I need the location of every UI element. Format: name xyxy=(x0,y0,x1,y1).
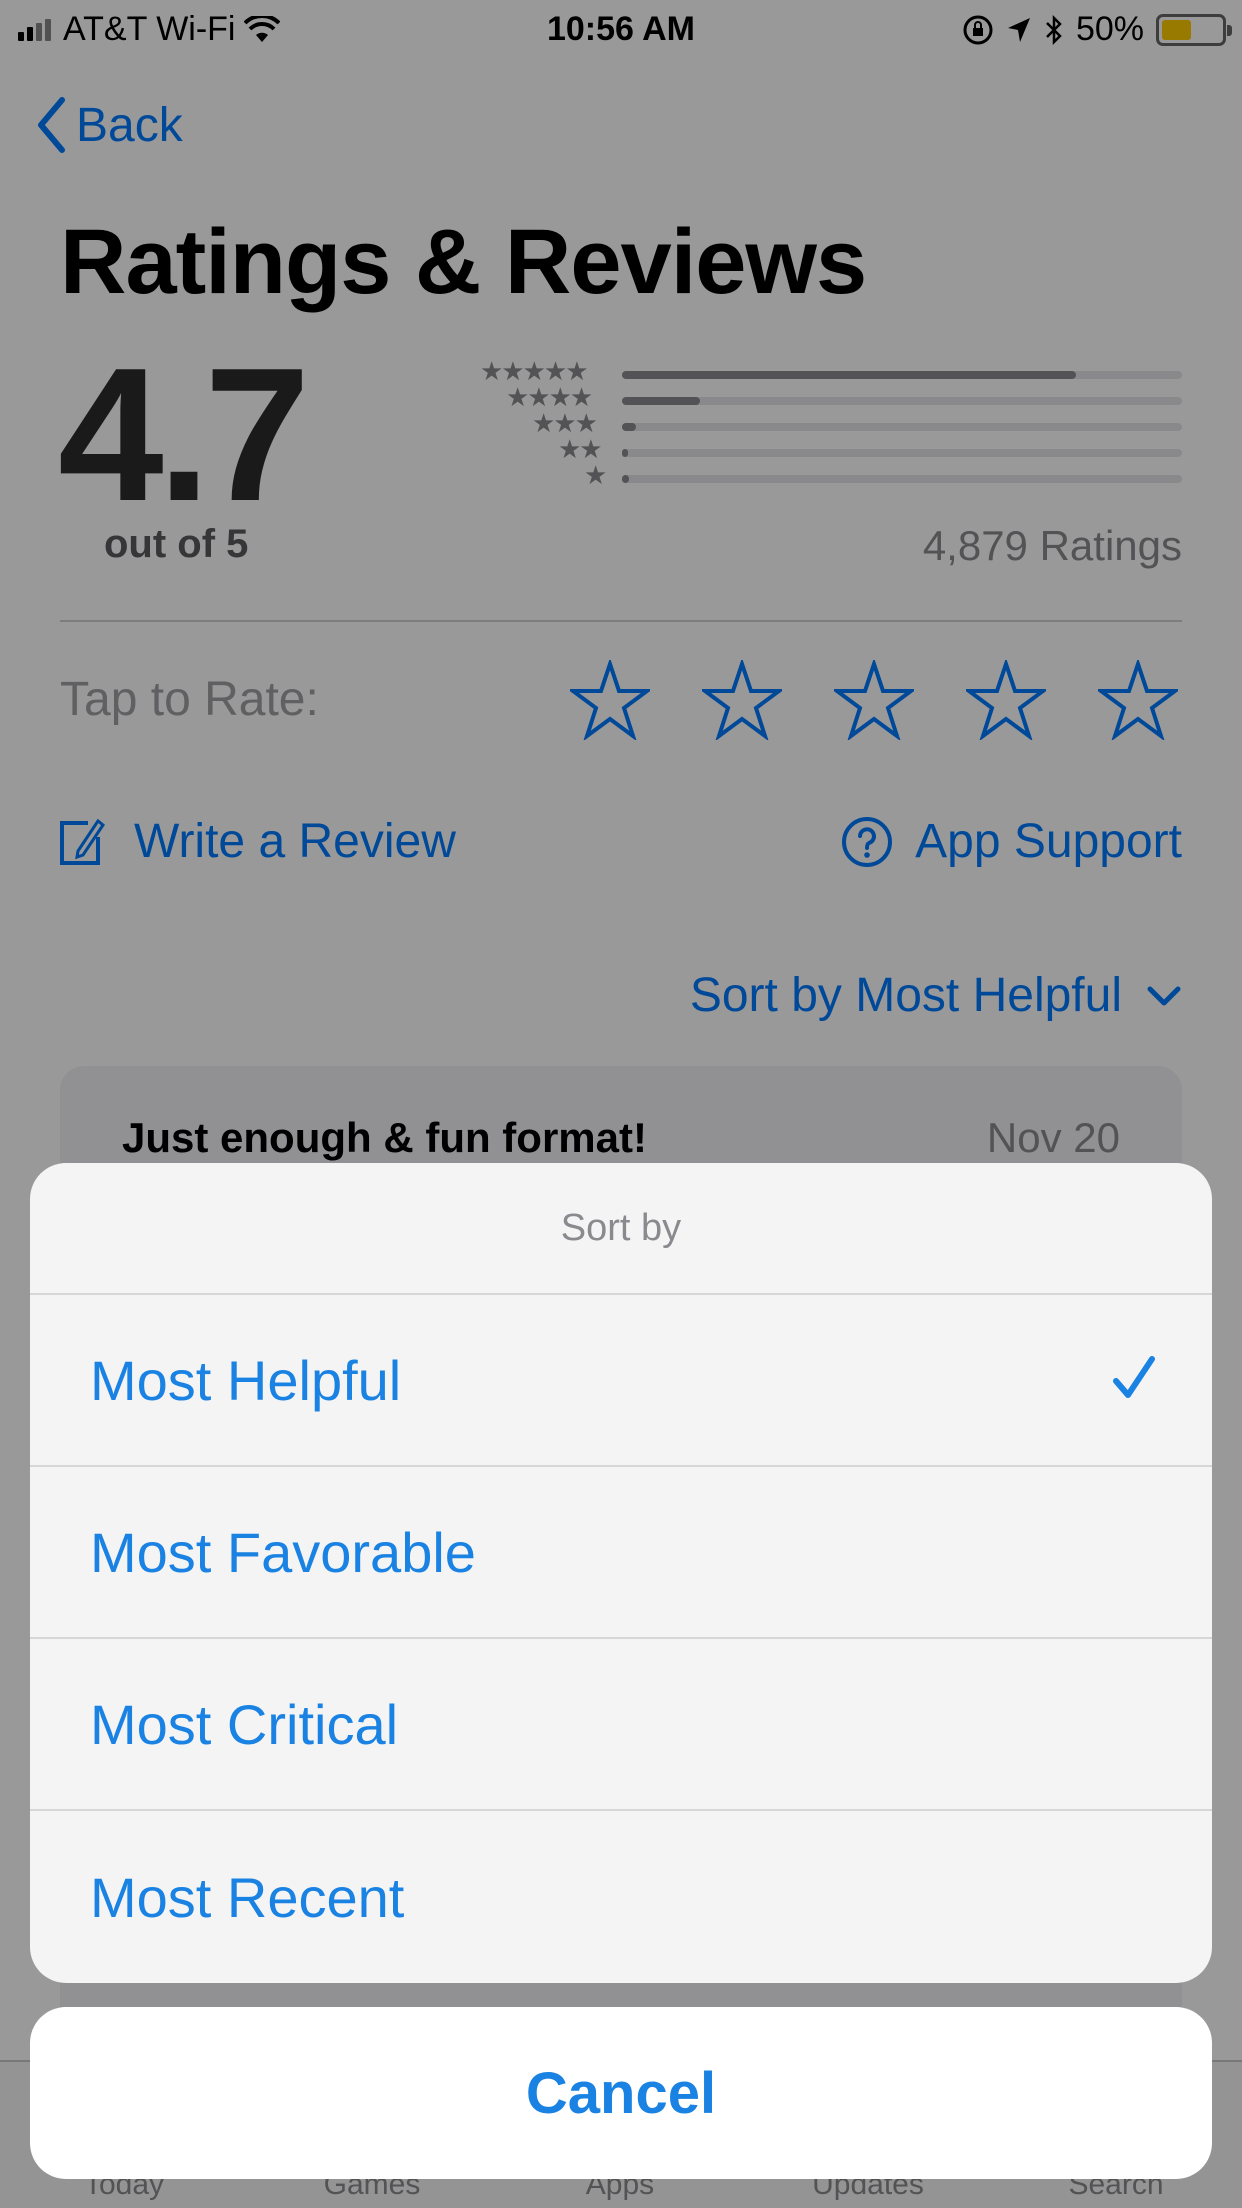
cancel-button[interactable]: Cancel xyxy=(30,2007,1212,2179)
option-label: Most Critical xyxy=(90,1692,399,1756)
sort-option-most-recent[interactable]: Most Recent xyxy=(30,1811,1212,1983)
checkmark-icon xyxy=(1113,1356,1155,1398)
option-label: Most Favorable xyxy=(90,1520,476,1584)
sort-option-most-helpful[interactable]: Most Helpful xyxy=(30,1295,1212,1467)
option-label: Most Recent xyxy=(90,1865,405,1929)
sort-option-most-critical[interactable]: Most Critical xyxy=(30,1639,1212,1811)
action-sheet-title: Sort by xyxy=(30,1163,1212,1295)
sort-action-sheet: Sort by Most Helpful Most Favorable Most… xyxy=(30,1163,1212,1983)
option-label: Most Helpful xyxy=(90,1348,402,1412)
sort-option-most-favorable[interactable]: Most Favorable xyxy=(30,1467,1212,1639)
